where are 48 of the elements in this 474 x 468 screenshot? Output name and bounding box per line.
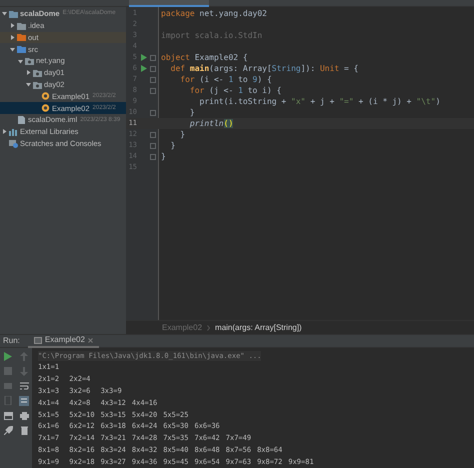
fold-icon[interactable] — [150, 66, 156, 72]
fold-icon[interactable] — [150, 110, 156, 116]
fold-icon[interactable] — [150, 154, 156, 160]
code-text: for (j <- 1 to i) { — [188, 84, 282, 96]
run-icon[interactable] — [141, 65, 147, 72]
layout-icon[interactable] — [4, 412, 12, 420]
package-icon — [25, 57, 34, 66]
code-text: } — [188, 106, 195, 118]
collapse-arrow-icon[interactable] — [10, 34, 15, 40]
scratch-icon — [9, 140, 18, 148]
package-icon — [33, 68, 42, 77]
expand-arrow-icon[interactable] — [26, 82, 31, 88]
collapse-arrow-icon[interactable] — [26, 70, 31, 76]
expand-arrow-icon[interactable] — [18, 58, 23, 64]
run-icon[interactable] — [141, 54, 147, 61]
trash-icon[interactable] — [20, 426, 28, 436]
fold-icon[interactable] — [150, 54, 156, 60]
collapse-arrow-icon[interactable] — [10, 23, 15, 28]
fold-icon[interactable] — [150, 76, 156, 82]
code-text: } — [161, 150, 166, 162]
wrap-icon[interactable] — [20, 382, 28, 390]
code-text: package net.yang.day02 — [161, 8, 267, 20]
pin-icon[interactable] — [4, 426, 12, 436]
code-text: } — [170, 140, 176, 152]
code-text: object Example02 { — [161, 52, 248, 64]
chevron-icon — [207, 324, 210, 331]
editor-tab[interactable] — [129, 0, 209, 7]
library-icon — [9, 128, 18, 136]
fold-icon[interactable] — [150, 142, 156, 148]
code-text: import scala.io.StdIn — [161, 30, 262, 42]
run-tab[interactable]: Example02 — [28, 334, 99, 348]
code-text: print(i.toString + "x" + j + "=" + (i * j) + "\t") — [198, 96, 440, 108]
console-icon — [34, 336, 42, 344]
close-icon[interactable] — [88, 338, 93, 343]
code-text: println() — [188, 118, 234, 130]
fold-icon[interactable] — [150, 132, 156, 138]
scroll-end-icon[interactable] — [19, 396, 29, 406]
expand-arrow-icon[interactable] — [2, 11, 7, 16]
expand-arrow-icon[interactable] — [10, 46, 15, 52]
collapse-arrow-icon[interactable] — [2, 129, 7, 134]
run-label: Run: — [3, 335, 20, 348]
code-text: for (i <- 1 to 9) { — [179, 74, 272, 86]
play-icon[interactable] — [4, 352, 12, 362]
package-icon — [33, 80, 42, 89]
fold-icon[interactable] — [150, 88, 156, 94]
code-text: def main(args: Array[String]): Unit = { — [170, 62, 358, 74]
breadcrumb[interactable]: main(args: Array[String]) — [215, 322, 302, 334]
code-text: } — [179, 128, 186, 140]
